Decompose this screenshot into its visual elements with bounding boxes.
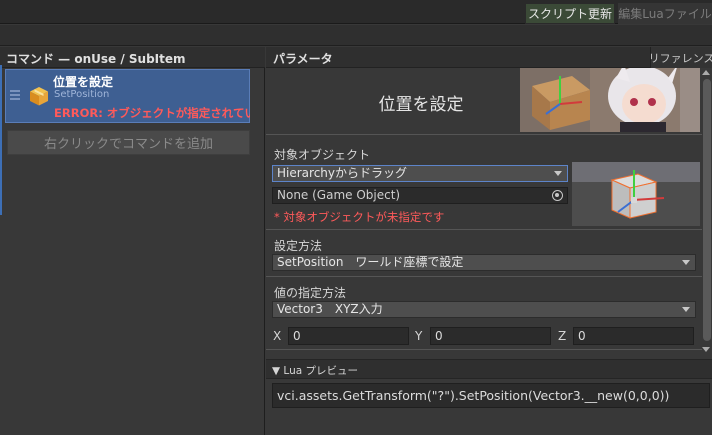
lua-preview-header[interactable]: ▼ Lua プレビュー (266, 359, 712, 379)
toolbar-strip (0, 25, 712, 46)
y-value-input[interactable]: 0 (430, 327, 551, 345)
target-object-label: 対象オブジェクト (274, 148, 371, 162)
command-error-text: ERROR: オブジェクトが指定されていま (54, 106, 250, 120)
value-spec-dropdown-value: Vector3 XYZ入力 (277, 302, 383, 316)
divider (266, 349, 702, 350)
dropdown-arrow-icon (682, 260, 690, 265)
parameters-header: パラメータ リファレンス (266, 47, 712, 68)
scroll-up-arrow-icon[interactable] (702, 70, 710, 75)
reference-tab[interactable]: リファレンス (650, 47, 712, 68)
character-preview-image (520, 68, 700, 132)
selection-accent (0, 65, 2, 215)
add-command-button[interactable]: 右クリックでコマンドを追加 (7, 130, 250, 155)
z-value-input[interactable]: 0 (573, 327, 694, 345)
method-dropdown-value: SetPosition ワールド座標で設定 (277, 255, 464, 269)
update-script-button[interactable]: スクリプト更新 (525, 3, 615, 24)
method-dropdown[interactable]: SetPosition ワールド座標で設定 (272, 254, 696, 271)
command-title: 位置を設定 (53, 75, 114, 89)
z-axis-label: Z (558, 329, 567, 343)
command-name-heading: 位置を設定 (378, 95, 464, 115)
object-picker-icon[interactable] (552, 190, 563, 201)
value-spec-label: 値の指定方法 (274, 286, 347, 300)
command-subtitle: SetPosition (54, 89, 110, 100)
command-panel-header: コマンド — onUse / SubItem (0, 47, 265, 68)
x-value-input[interactable]: 0 (288, 327, 409, 345)
hierarchy-drag-dropdown-value: Hierarchyからドラッグ (277, 166, 408, 180)
method-label: 設定方法 (274, 239, 323, 253)
cube-gizmo-preview (572, 162, 700, 226)
hierarchy-drag-dropdown[interactable]: Hierarchyからドラッグ (272, 165, 568, 182)
divider (266, 134, 702, 135)
parameters-title: パラメータ (273, 52, 333, 66)
value-spec-dropdown[interactable]: Vector3 XYZ入力 (272, 301, 696, 318)
dropdown-arrow-icon (554, 171, 562, 176)
divider (266, 229, 702, 230)
x-axis-label: X (273, 329, 282, 343)
divider (266, 276, 702, 277)
command-panel: コマンド — onUse / SubItem 位置を設定 SetPosition… (0, 47, 265, 435)
lua-preview-code: vci.assets.GetTransform("?").SetPosition… (272, 383, 710, 408)
game-object-field-value: None (Game Object) (277, 188, 401, 202)
command-list-item[interactable]: 位置を設定 SetPosition ERROR: オブジェクトが指定されていま (5, 69, 250, 123)
vertical-scrollbar[interactable] (703, 79, 711, 341)
edit-lua-file-button[interactable]: 編集Luaファイル (618, 3, 712, 24)
lua-preview-toggle[interactable]: ▼ Lua プレビュー (272, 363, 358, 378)
package-box-icon (30, 87, 48, 106)
parameters-panel: パラメータ リファレンス 位置を設定 対象オブジェクト Hierarchyからド… (266, 47, 712, 435)
dropdown-arrow-icon (682, 307, 690, 312)
y-axis-label: Y (415, 329, 423, 343)
scroll-down-arrow-icon[interactable] (702, 347, 710, 352)
game-object-field[interactable]: None (Game Object) (272, 187, 568, 204)
drag-handle-icon[interactable] (10, 90, 20, 102)
target-warning-text: * 対象オブジェクトが未指定です (274, 210, 445, 224)
